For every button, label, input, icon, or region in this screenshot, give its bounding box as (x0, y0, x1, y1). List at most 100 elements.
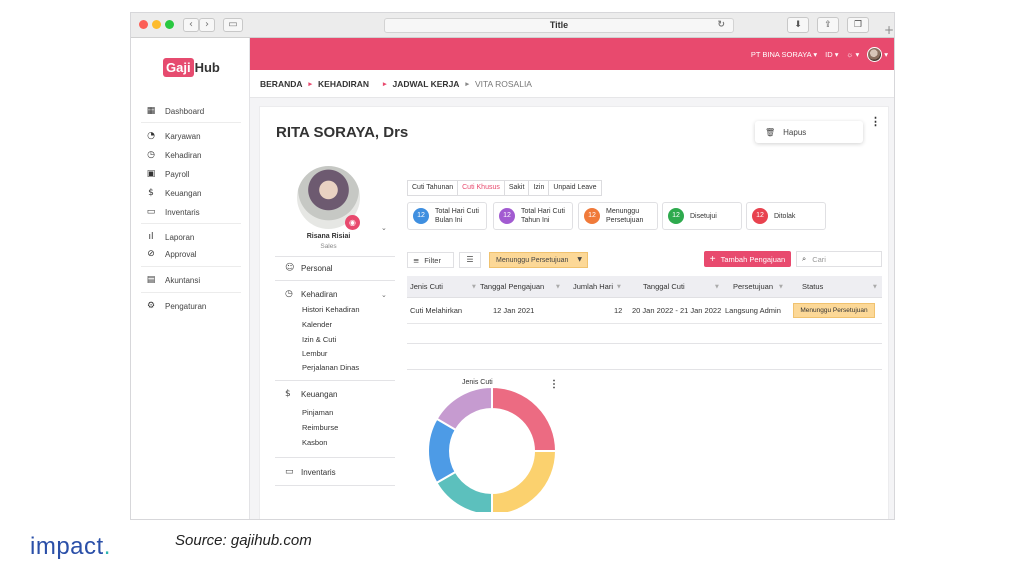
delete-menu-item[interactable]: 🗑 Hapus (755, 121, 863, 143)
share-button[interactable]: ⇪ (817, 17, 839, 33)
stat-card-bulan[interactable]: 12 Total Hari Cuti Bulan Ini (407, 202, 487, 230)
donut-slice-5[interactable] (435, 387, 493, 432)
tab-izin[interactable]: Izin (528, 180, 550, 196)
chevron-down-icon[interactable]: ⌄ (381, 291, 387, 299)
close-window-button[interactable] (139, 20, 148, 29)
stat-label: Disetujui (690, 212, 717, 220)
search-input[interactable]: ⌕ Cari (796, 251, 882, 267)
sidebar-item-dashboard[interactable]: ▦ Dashboard (145, 104, 204, 118)
column-header[interactable]: Tanggal Cuti ▼ (643, 276, 719, 298)
menu-lembur[interactable]: Lembur (302, 349, 327, 358)
browser-window: ‹ › ▭ Title ↻ ⬇ ⇪ ❐ + Gaji Hub ▦ Dashboard… (130, 12, 895, 520)
clock-icon: ◷ (147, 150, 155, 160)
language-selector[interactable]: ID ▾ (825, 50, 838, 59)
tabs-button[interactable]: ❐ (847, 17, 869, 33)
sidebar-item-inventaris[interactable]: ▭ Inventaris (145, 205, 200, 219)
sidebar-item-approval[interactable]: ⊘ Approval (145, 247, 196, 261)
tab-unpaid-leave[interactable]: Unpaid Leave (548, 180, 602, 196)
menu-kasbon[interactable]: Kasbon (302, 438, 327, 447)
sidebar-toggle-button[interactable]: ▭ (223, 18, 243, 32)
column-header[interactable]: Persetujuan ▼ (733, 276, 783, 298)
user-menu[interactable]: ▾ (867, 47, 888, 62)
chevron-right-icon: ▸ (465, 80, 469, 88)
sidebar-item-payroll[interactable]: ▣ Payroll (145, 167, 190, 181)
cell-jumlah-hari: 12 (614, 306, 623, 315)
breadcrumb-beranda[interactable]: BERANDA (260, 79, 303, 89)
leave-type-donut-chart (427, 387, 558, 512)
camera-icon[interactable]: ◉ (345, 215, 360, 230)
status-filter-select[interactable]: Menunggu Persetujuan ▼ (489, 252, 588, 268)
menu-izin-cuti[interactable]: Izin & Cuti (302, 335, 336, 344)
donut-slice-1[interactable] (491, 387, 558, 452)
list-view-button[interactable]: ☰ (459, 252, 481, 268)
menu-keuangan-header[interactable]: Keuangan (301, 390, 337, 399)
notification-button[interactable]: ☼ ▾ (847, 50, 860, 59)
sidebar-item-pengaturan[interactable]: ⚙ Pengaturan (145, 299, 206, 313)
stat-card-ditolak[interactable]: 12 Ditolak (746, 202, 826, 230)
add-request-button[interactable]: + Tambah Pengajuan (704, 251, 791, 267)
tab-cuti-khusus[interactable]: Cuti Khusus (457, 180, 505, 196)
stat-count: 12 (752, 208, 768, 224)
sidebar-item-akuntansi[interactable]: ▤ Akuntansi (145, 273, 200, 287)
column-header[interactable]: Tanggal Pengajuan ▼ (480, 276, 560, 298)
stat-card-tahun[interactable]: 12 Total Hari Cuti Tahun Ini (493, 202, 573, 230)
table-row[interactable]: Cuti Melahirkan 12 Jan 2021 12 20 Jan 20… (407, 298, 882, 324)
caret-down-icon: ▾ (884, 50, 888, 59)
profile-role: Sales (320, 243, 337, 250)
more-options-icon[interactable]: ⋮ (870, 115, 881, 128)
forward-button[interactable]: › (199, 18, 215, 32)
menu-inventaris[interactable]: ▭ Inventaris (275, 464, 395, 486)
impact-logo: impact. (30, 533, 111, 560)
reload-icon[interactable]: ↻ (717, 19, 725, 32)
sidebar-item-laporan[interactable]: ıl Laporan (145, 230, 194, 244)
chevron-down-icon[interactable]: ⌄ (381, 224, 387, 232)
column-header[interactable]: Status ▼ (802, 276, 877, 298)
menu-pinjaman[interactable]: Pinjaman (302, 408, 333, 417)
stat-card-disetujui[interactable]: 12 Disetujui (662, 202, 742, 230)
menu-kehadiran: ◷ Kehadiran ⌄ Histori Kehadiran Kalender… (275, 288, 395, 381)
column-header[interactable]: Jenis Cuti ▼ (410, 276, 476, 298)
gajihub-logo[interactable]: Gaji Hub (163, 58, 220, 77)
menu-reimburse[interactable]: Reimburse (302, 423, 338, 432)
minimize-window-button[interactable] (152, 20, 161, 29)
filter-button[interactable]: ≡ Filter (407, 252, 454, 268)
gear-icon: ⚙ (146, 301, 156, 311)
plus-icon: + (709, 253, 716, 265)
breadcrumb-jadwal-kerja[interactable]: JADWAL KERJA (393, 79, 460, 89)
sidebar-item-keuangan[interactable]: $ Keuangan (145, 186, 201, 200)
cell-persetujuan: Langsung Admin (725, 306, 781, 315)
menu-perjalanan-dinas[interactable]: Perjalanan Dinas (302, 363, 359, 372)
user-circle-icon: ☺ (285, 263, 295, 273)
menu-kalender[interactable]: Kalender (302, 320, 332, 329)
column-header[interactable]: Jumlah Hari ▼ (573, 276, 621, 298)
tab-cuti-tahunan[interactable]: Cuti Tahunan (407, 180, 459, 196)
topbar-controls: PT BINA SORAYA ▾ ID ▾ ☼ ▾ ▾ (751, 47, 888, 62)
breadcrumb-kehadiran[interactable]: KEHADIRAN (318, 79, 369, 89)
chevron-right-icon: › (205, 19, 209, 30)
stat-label: Total Hari Cuti Bulan Ini (435, 208, 479, 224)
stat-card-menunggu[interactable]: 12 Menunggu Persetujuan (578, 202, 658, 230)
sidebar: Gaji Hub ▦ Dashboard ◔ Karyawan ◷ Kehadiran … (131, 38, 250, 519)
breadcrumb-employee: VITA ROSALIA (474, 78, 532, 89)
cell-jenis-cuti: Cuti Melahirkan (410, 306, 463, 315)
bell-icon: ☼ (846, 50, 854, 59)
menu-kehadiran-header[interactable]: Kehadiran (301, 290, 337, 299)
menu-histori-kehadiran[interactable]: Histori Kehadiran (302, 305, 360, 314)
new-tab-button[interactable]: + (882, 23, 894, 38)
tab-sakit[interactable]: Sakit (503, 180, 530, 196)
dollar-icon: $ (148, 188, 154, 198)
company-selector[interactable]: PT BINA SORAYA ▾ (751, 50, 817, 59)
monitor-icon: ▭ (285, 467, 294, 477)
sidebar-item-karyawan[interactable]: ◔ Karyawan (145, 129, 201, 143)
caret-down-icon: ▾ (813, 50, 818, 59)
sidebar-item-kehadiran[interactable]: ◷ Kehadiran (145, 148, 201, 162)
table-header: Jenis Cuti ▼ Tanggal Pengajuan ▼ Jumlah Ha… (407, 276, 882, 298)
stat-label: Ditolak (774, 212, 796, 220)
download-button[interactable]: ⬇ (787, 17, 809, 33)
back-button[interactable]: ‹ (183, 18, 199, 32)
maximize-window-button[interactable] (165, 20, 174, 29)
donut-slice-2[interactable] (491, 450, 558, 512)
filter-icon: ≡ (413, 255, 420, 265)
address-bar[interactable]: Title ↻ (384, 18, 734, 33)
menu-personal[interactable]: ☺ Personal (275, 256, 395, 281)
